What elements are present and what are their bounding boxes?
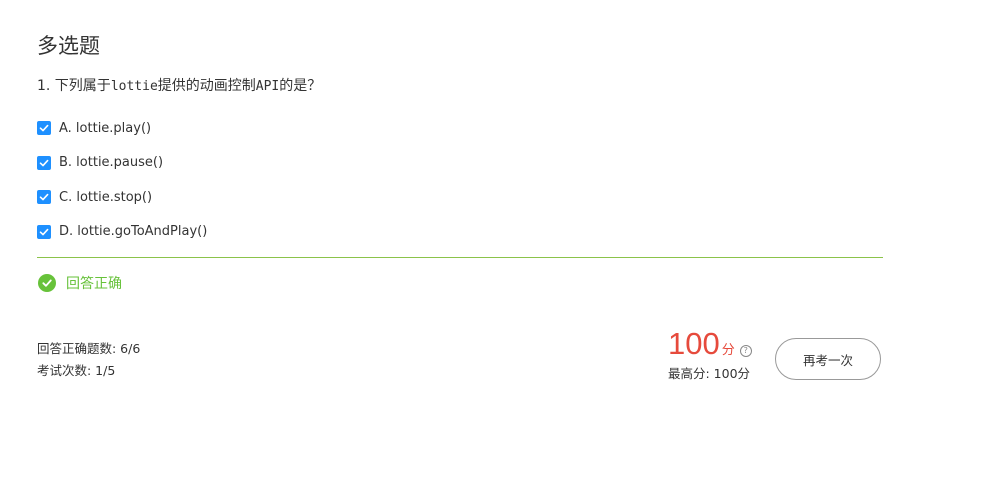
divider [37, 257, 883, 258]
retry-button[interactable]: 再考一次 [775, 338, 881, 380]
question-circle-icon[interactable]: ? [739, 345, 752, 357]
option-c[interactable]: C. lottie.stop() [37, 187, 207, 207]
question-middle: 提供的动画控制 [157, 78, 256, 94]
checkbox-checked-icon[interactable] [37, 155, 51, 170]
section-title: 多选题 [37, 34, 100, 58]
option-label: A. lottie.play() [59, 120, 152, 136]
checkbox-checked-icon[interactable] [37, 224, 51, 239]
correct-count: 回答正确题数: 6/6 [37, 341, 141, 356]
question-text: 1. 下列属于lottie提供的动画控制API的是？ [37, 76, 321, 97]
question-suffix: 的是？ [279, 78, 322, 94]
score-unit: 分 [721, 343, 735, 358]
result-text: 回答正确 [66, 276, 122, 292]
quiz-result-page: 多选题 1. 下列属于lottie提供的动画控制API的是？ A. lottie… [0, 0, 981, 477]
option-label: C. lottie.stop() [59, 189, 153, 205]
check-circle-icon [38, 274, 56, 292]
option-b[interactable]: B. lottie.pause() [37, 153, 207, 173]
question-prefix: 1. 下列属于 [37, 78, 111, 94]
score-block: 100 分 ? 最高分: 100分 [668, 326, 768, 382]
quiz-stats: 回答正确题数: 6/6 考试次数: 1/5 [37, 338, 140, 382]
options-list: A. lottie.play() B. lottie.pause() C. lo… [37, 118, 207, 256]
checkbox-checked-icon[interactable] [37, 121, 51, 135]
checkbox-checked-icon[interactable] [37, 190, 51, 204]
answer-result: 回答正确 [38, 273, 122, 293]
score-line: 100 分 ? [668, 326, 768, 362]
score-value: 100 [668, 326, 720, 361]
attempt-count: 考试次数: 1/5 [37, 363, 116, 378]
question-api: API [255, 79, 280, 94]
question-code: lottie [110, 79, 158, 94]
option-d[interactable]: D. lottie.goToAndPlay() [37, 222, 207, 242]
option-label: D. lottie.goToAndPlay() [59, 224, 208, 239]
option-label: B. lottie.pause() [59, 155, 164, 170]
option-a[interactable]: A. lottie.play() [37, 118, 207, 138]
best-score: 最高分: 100分 [668, 366, 751, 381]
